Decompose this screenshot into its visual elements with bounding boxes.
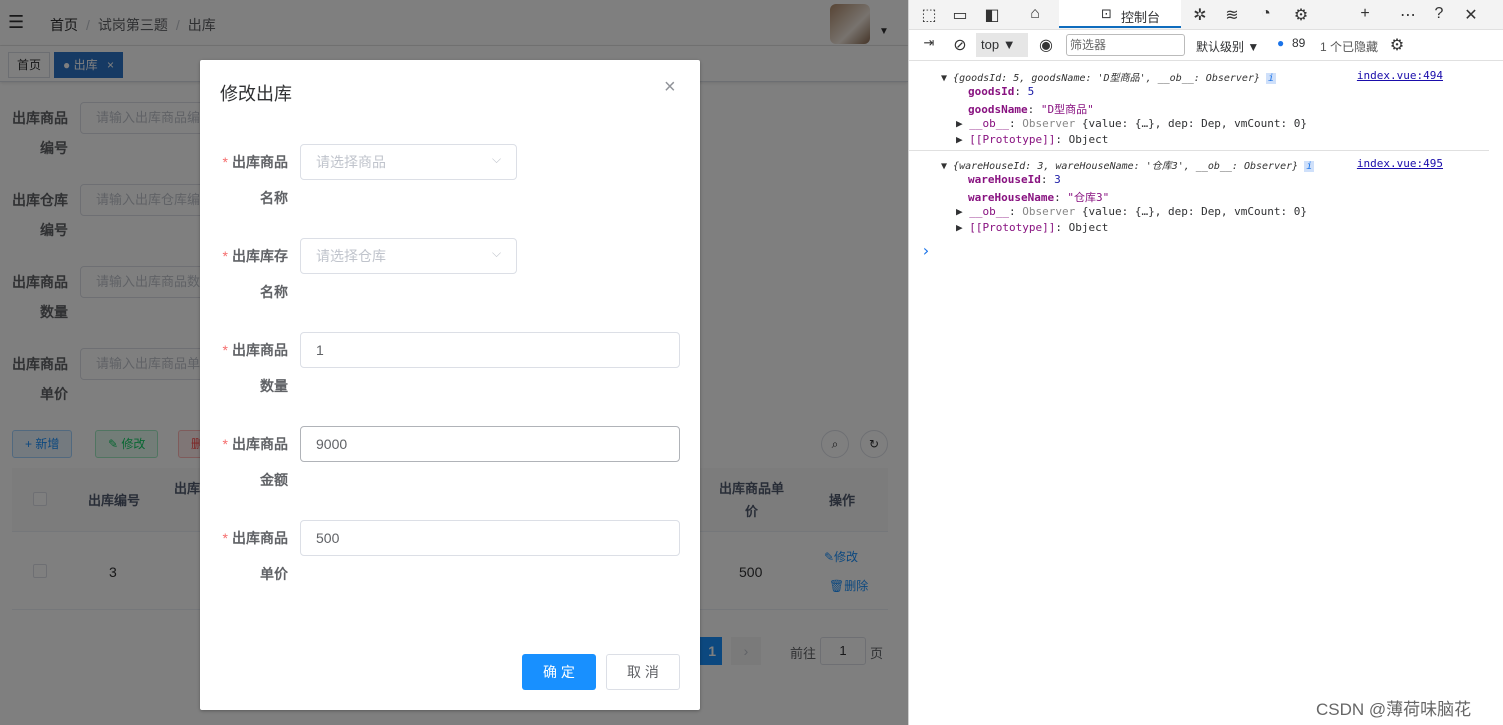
console-prompt[interactable]: › xyxy=(921,241,931,260)
ob-line[interactable]: ▶ __ob__: Observer {value: {…}, dep: Dep… xyxy=(956,117,1307,130)
eye-icon[interactable]: ◉ xyxy=(1036,35,1056,55)
add-tab-icon[interactable]: + xyxy=(1355,5,1375,23)
more-icon[interactable]: ⋯ xyxy=(1398,5,1418,25)
goods-select[interactable]: 请选择商品 xyxy=(300,144,517,180)
prototype-line[interactable]: ▶ [[Prototype]]: Object xyxy=(956,133,1108,146)
devtools-tabbar: ⬚ ▭ ◧ ⌂ </> ⊡ 控制台 ✲ ≋ ◔ ⚙ + ⋯ ? ✕ xyxy=(909,0,1503,30)
bug-icon[interactable]: ✲ xyxy=(1190,5,1210,25)
chip-icon[interactable]: ⚙ xyxy=(1291,5,1311,25)
quantity-input[interactable]: 1 xyxy=(300,332,680,368)
form-label: * 出库商品 xyxy=(222,342,288,358)
amount-input[interactable]: 9000 xyxy=(300,426,680,462)
object-summary[interactable]: ▼ {wareHouseId: 3, wareHouseName: '仓库3',… xyxy=(941,157,1315,172)
chevron-down-icon: ⌵ xyxy=(492,152,502,166)
log-entry: ▼ {wareHouseId: 3, wareHouseName: '仓库3',… xyxy=(909,151,1489,239)
prototype-line[interactable]: ▶ [[Prototype]]: Object xyxy=(956,221,1108,234)
form-label: * 出库库存 xyxy=(222,248,288,264)
tab-label: 控制台 xyxy=(1121,10,1161,25)
sidebar-toggle-icon[interactable]: ⇥ xyxy=(919,35,939,51)
cancel-button[interactable]: 取 消 xyxy=(606,654,680,690)
help-icon[interactable]: ? xyxy=(1429,5,1449,23)
form-label: 数量 xyxy=(260,378,288,394)
property-line: goodsName: "D型商品" xyxy=(968,103,1094,116)
filter-input[interactable]: 筛选器 xyxy=(1066,34,1185,56)
property-line: goodsId: 5 xyxy=(968,85,1035,98)
device-icon[interactable]: ▭ xyxy=(950,5,970,25)
chevron-down-icon: ⌵ xyxy=(492,246,502,260)
warehouse-select[interactable]: 请选择仓库 xyxy=(300,238,517,274)
close-icon[interactable]: × xyxy=(664,76,676,99)
dock-icon[interactable]: ◧ xyxy=(982,5,1002,25)
confirm-button[interactable]: 确 定 xyxy=(522,654,596,690)
form-label: 单价 xyxy=(260,566,288,582)
home-icon[interactable]: ⌂ xyxy=(1025,5,1045,23)
settings-icon[interactable]: ⚙ xyxy=(1387,35,1407,55)
price-input[interactable]: 500 xyxy=(300,520,680,556)
messages-icon: ● xyxy=(1277,36,1285,50)
message-count[interactable]: 89 xyxy=(1292,36,1305,50)
form-label: * 出库商品 xyxy=(222,154,288,170)
close-icon[interactable]: ✕ xyxy=(1461,5,1481,25)
edit-outbound-dialog: 修改出库 × * 出库商品 名称 请选择商品 ⌵ * 出库库存 名称 请选择仓库 ⌵… xyxy=(200,60,700,710)
form-label: * 出库商品 xyxy=(222,436,288,452)
object-summary[interactable]: ▼ {goodsId: 5, goodsName: 'D型商品', __ob__… xyxy=(941,69,1277,84)
source-link[interactable]: index.vue:494 xyxy=(1357,69,1443,82)
wifi-icon[interactable]: ≋ xyxy=(1222,5,1242,25)
dialog-title: 修改出库 xyxy=(220,84,292,104)
property-line: wareHouseName: "仓库3" xyxy=(968,191,1110,204)
form-label: 名称 xyxy=(260,190,288,206)
log-level-select[interactable]: 默认级别 ▼ xyxy=(1196,38,1259,55)
inspect-icon[interactable]: ⬚ xyxy=(919,5,939,25)
console-toolbar: ⇥ ⊘ top ▼ ◉ 筛选器 默认级别 ▼ ● 89 1 个已隐藏 ⚙ xyxy=(909,30,1503,61)
watermark: CSDN @薄荷味脑花 xyxy=(1316,700,1472,719)
property-line: wareHouseId: 3 xyxy=(968,173,1061,186)
performance-icon[interactable]: ◔ xyxy=(1256,5,1276,23)
ob-line[interactable]: ▶ __ob__: Observer {value: {…}, dep: Dep… xyxy=(956,205,1307,218)
hidden-count[interactable]: 1 个已隐藏 xyxy=(1320,38,1378,55)
console-icon: ⊡ xyxy=(1101,6,1112,21)
form-label: 金额 xyxy=(260,472,288,488)
tab-console[interactable]: ⊡ 控制台 xyxy=(1059,0,1181,28)
devtools-panel: ⬚ ▭ ◧ ⌂ </> ⊡ 控制台 ✲ ≋ ◔ ⚙ + ⋯ ? ✕ ⇥ ⊘ to… xyxy=(908,0,1503,725)
log-entry: ▼ {goodsId: 5, goodsName: 'D型商品', __ob__… xyxy=(909,61,1489,151)
form-label: 名称 xyxy=(260,284,288,300)
clear-console-icon[interactable]: ⊘ xyxy=(950,35,970,55)
context-select[interactable]: top ▼ xyxy=(976,33,1028,57)
form-label: * 出库商品 xyxy=(222,530,288,546)
source-link[interactable]: index.vue:495 xyxy=(1357,157,1443,170)
